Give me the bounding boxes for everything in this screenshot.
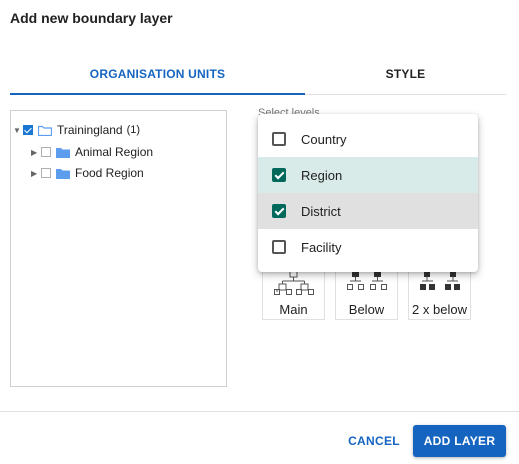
menu-item-label: Country bbox=[301, 131, 347, 147]
hierarchy-2x-below-icon bbox=[419, 271, 460, 290]
levels-dropdown-menu: Country Region District Facility bbox=[258, 114, 478, 272]
menu-item-label: Region bbox=[301, 167, 343, 183]
caret-right-icon[interactable]: ▶ bbox=[31, 148, 41, 157]
menu-item-label: Facility bbox=[301, 239, 342, 255]
caret-down-icon[interactable]: ▼ bbox=[13, 126, 23, 135]
checkbox-district[interactable] bbox=[272, 204, 286, 218]
dialog-title: Add new boundary layer bbox=[10, 10, 173, 26]
level-below-label: Below bbox=[348, 302, 385, 317]
tab-organisation-units[interactable]: ORGANISATION UNITS bbox=[10, 60, 305, 95]
tree-label-root[interactable]: Trainingland bbox=[57, 123, 123, 137]
hierarchy-main-icon bbox=[273, 270, 314, 295]
menu-item-region[interactable]: Region bbox=[258, 157, 478, 193]
cancel-button[interactable]: CANCEL bbox=[343, 427, 405, 455]
tree-checkbox-food-region[interactable] bbox=[41, 168, 51, 178]
tree-checkbox-animal-region[interactable] bbox=[41, 147, 51, 157]
level-2x-below-label: 2 x below bbox=[412, 302, 467, 317]
tree-node-root[interactable]: ▼ Trainingland (1) bbox=[13, 121, 140, 139]
tree-checkbox-root[interactable] bbox=[23, 125, 33, 135]
folder-icon bbox=[56, 147, 70, 158]
hierarchy-below-icon bbox=[346, 271, 387, 290]
footer-divider bbox=[0, 411, 519, 412]
caret-right-icon[interactable]: ▶ bbox=[31, 169, 41, 178]
checkbox-region[interactable] bbox=[272, 168, 286, 182]
tab-style[interactable]: STYLE bbox=[305, 60, 506, 94]
add-layer-button[interactable]: ADD LAYER bbox=[413, 425, 506, 457]
tree-node-food-region[interactable]: ▶ Food Region bbox=[31, 164, 144, 182]
tree-node-animal-region[interactable]: ▶ Animal Region bbox=[31, 143, 153, 161]
folder-open-icon bbox=[38, 125, 52, 136]
tree-label-food-region[interactable]: Food Region bbox=[75, 166, 144, 180]
checkbox-facility[interactable] bbox=[272, 240, 286, 254]
level-main-label: Main bbox=[279, 302, 308, 317]
menu-item-label: District bbox=[301, 203, 341, 219]
tab-bar: ORGANISATION UNITS STYLE bbox=[10, 60, 506, 95]
menu-item-country[interactable]: Country bbox=[258, 121, 478, 157]
menu-item-facility[interactable]: Facility bbox=[258, 229, 478, 265]
menu-item-district[interactable]: District bbox=[258, 193, 478, 229]
tree-label-animal-region[interactable]: Animal Region bbox=[75, 145, 153, 159]
checkbox-country[interactable] bbox=[272, 132, 286, 146]
org-unit-tree: ▼ Trainingland (1) ▶ Animal Region ▶ Foo… bbox=[10, 110, 227, 387]
folder-icon bbox=[56, 168, 70, 179]
tree-count-root: (1) bbox=[126, 124, 141, 136]
